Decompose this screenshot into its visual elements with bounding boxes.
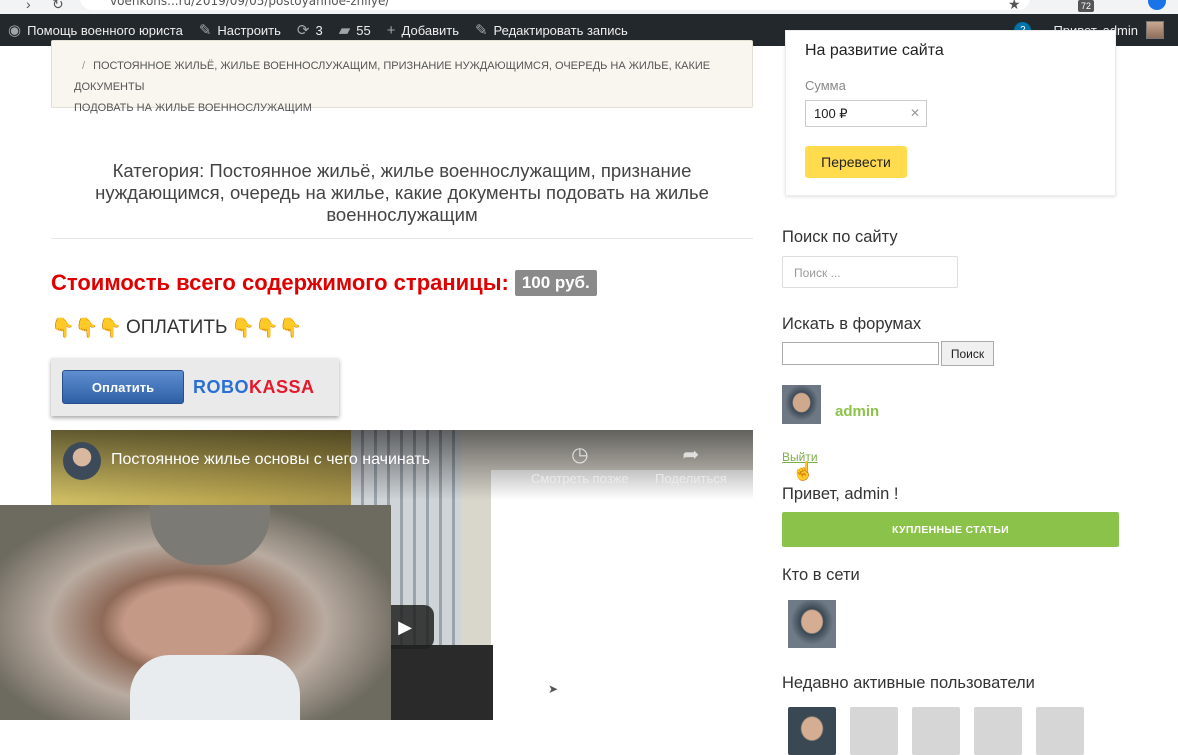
- divider: [51, 238, 753, 239]
- forum-search-input[interactable]: [782, 342, 939, 365]
- transfer-button[interactable]: Перевести: [805, 146, 907, 178]
- sum-input[interactable]: 100 ₽ ✕: [805, 100, 927, 127]
- channel-avatar[interactable]: [63, 442, 101, 480]
- online-widget-title: Кто в сети: [782, 566, 860, 584]
- recent-user-avatar[interactable]: [1036, 707, 1084, 755]
- site-search-input[interactable]: Поиск ...: [782, 256, 958, 288]
- recent-users-list: [788, 707, 1098, 755]
- forum-search-button[interactable]: Поиск: [941, 341, 994, 366]
- play-icon: ▶: [398, 616, 412, 637]
- robokassa-widget: Оплатить ROBOKASSA: [51, 358, 339, 416]
- watch-later-label: Смотреть позже: [531, 471, 629, 486]
- edit-post-label: Редактировать запись: [493, 22, 628, 38]
- profile-icon[interactable]: [1148, 0, 1166, 10]
- cursor-icon: ➤: [548, 682, 559, 696]
- admin-avatar: [1146, 21, 1164, 39]
- breadcrumb-category[interactable]: ПОСТОЯННОЕ ЖИЛЬЁ, ЖИЛЬЕ ВОЕННОСЛУЖАЩИМ, …: [74, 60, 710, 93]
- user-name[interactable]: admin: [835, 403, 879, 420]
- user-avatar[interactable]: [782, 385, 821, 424]
- logo-part-robo: ROBO: [193, 376, 249, 397]
- breadcrumb: / ПОСТОЯННОЕ ЖИЛЬЁ, ЖИЛЬЕ ВОЕННОСЛУЖАЩИМ,…: [51, 40, 753, 114]
- plus-icon: +: [386, 21, 396, 39]
- pay-prompt: 👇👇👇 ОПЛАТИТЬ 👇👇👇: [51, 316, 302, 340]
- breadcrumb-separator: /: [82, 60, 86, 72]
- online-user-avatar[interactable]: [788, 600, 836, 648]
- dashboard-icon: ◉: [8, 22, 22, 39]
- webcam-figure: [150, 505, 270, 565]
- donate-title: На развитие сайта: [805, 42, 944, 59]
- recent-user-avatar[interactable]: [912, 707, 960, 755]
- recent-user-avatar[interactable]: [974, 707, 1022, 755]
- bought-articles-button[interactable]: КУПЛЕННЫЕ СТАТЬИ: [782, 512, 1119, 547]
- donate-widget: На развитие сайта Сумма 100 ₽ ✕ Перевест…: [785, 30, 1116, 196]
- recent-user-avatar[interactable]: [850, 707, 898, 755]
- search-widget-title: Поиск по сайту: [782, 228, 898, 246]
- updates-icon: ⟳: [296, 22, 310, 39]
- sum-label: Сумма: [805, 78, 846, 93]
- sum-value: 100 ₽: [814, 106, 848, 121]
- share-button[interactable]: ➦ Поделиться: [655, 442, 727, 486]
- add-new-label: Добавить: [401, 22, 459, 38]
- clock-icon: ◷: [571, 444, 589, 466]
- watch-later-button[interactable]: ◷ Смотреть позже: [531, 442, 629, 486]
- forward-icon[interactable]: ›: [26, 0, 31, 12]
- share-label: Поделиться: [655, 471, 727, 486]
- brush-icon: ✎: [198, 22, 212, 39]
- site-name: Помощь военного юриста: [27, 22, 183, 38]
- robokassa-logo: ROBOKASSA: [193, 377, 315, 398]
- recent-users-title: Недавно активные пользователи: [782, 674, 1035, 692]
- hand-pointing-down-icon: 👇👇👇: [51, 318, 122, 339]
- address-bar[interactable]: voenkons...ru/2019/09/05/postoyannoe-zhi…: [80, 0, 1030, 10]
- video-title[interactable]: Постоянное жилье основы с чего начинать: [111, 451, 430, 469]
- pay-button[interactable]: Оплатить: [62, 370, 184, 404]
- hand-cursor-icon: ☝: [792, 461, 815, 481]
- breadcrumb-category-cont[interactable]: ПОДОВАТЬ НА ЖИЛЬЕ ВОЕННОСЛУЖАЩИМ: [74, 98, 738, 119]
- cost-label: Стоимость всего содержимого страницы:: [51, 270, 509, 295]
- hand-pointing-down-icon: 👇👇👇: [231, 318, 303, 339]
- page-cost: Стоимость всего содержимого страницы: 10…: [51, 270, 597, 296]
- clear-icon[interactable]: ✕: [910, 106, 920, 120]
- comments-count: 55: [356, 22, 371, 38]
- reload-icon[interactable]: ↻: [52, 0, 64, 13]
- pencil-icon: ✎: [474, 22, 488, 39]
- video-frame-blank: [491, 470, 753, 720]
- pay-label: ОПЛАТИТЬ: [125, 317, 228, 338]
- category-title: Категория: Постоянное жильё, жилье военн…: [95, 160, 709, 225]
- bookmark-star-icon[interactable]: ★: [1008, 0, 1021, 13]
- webcam-overlay: [0, 505, 391, 720]
- logo-part-kassa: KASSA: [249, 376, 315, 397]
- recent-user-avatar[interactable]: [788, 707, 836, 755]
- hello-text: Привет, admin !: [782, 485, 899, 503]
- updates-count: 3: [315, 22, 323, 38]
- video-frame-dark: [391, 645, 493, 720]
- share-icon: ➦: [682, 444, 700, 466]
- forums-widget-title: Искать в форумах: [782, 315, 922, 333]
- extension-badge[interactable]: 72: [1078, 0, 1095, 12]
- customize-label: Настроить: [217, 22, 281, 38]
- comment-icon: ▰: [338, 22, 351, 39]
- browser-toolbar: › ↻ voenkons...ru/2019/09/05/postoyannoe…: [0, 0, 1178, 14]
- price-badge: 100 руб.: [514, 270, 597, 296]
- webcam-figure-shirt: [130, 655, 300, 720]
